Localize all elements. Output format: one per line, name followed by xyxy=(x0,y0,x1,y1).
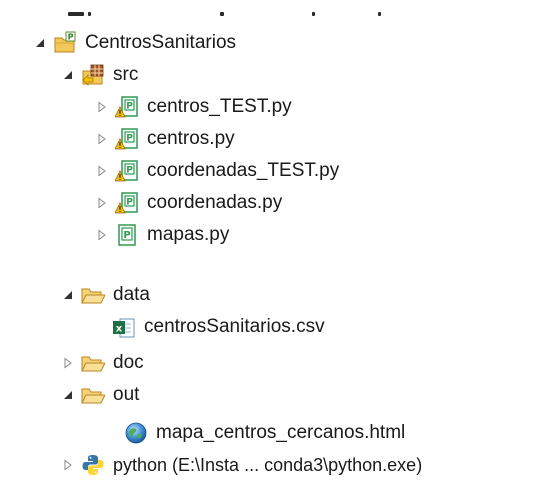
tree-item-file[interactable]: mapa_centros_cercanos.html xyxy=(124,416,405,450)
file-label: mapa_centros_cercanos.html xyxy=(156,422,406,443)
tree-item-file[interactable]: P mapas.py xyxy=(96,218,229,252)
folder-icon xyxy=(81,288,105,304)
expanded-arrow-icon[interactable] xyxy=(62,389,74,401)
tree-item-file[interactable]: P centros_TEST.py xyxy=(96,90,292,124)
svg-text:P: P xyxy=(68,33,74,42)
python-project-folder-icon: P xyxy=(54,31,76,53)
excel-csv-file-icon: x xyxy=(113,318,135,338)
tree-item-interpreter[interactable]: python (E:\Insta ... conda3\python.exe) xyxy=(62,448,422,482)
tree-item-file[interactable]: x centrosSanitarios.csv xyxy=(112,310,325,344)
file-label: centros.py xyxy=(147,128,235,149)
collapsed-arrow-icon[interactable] xyxy=(96,197,108,209)
tree-item-doc-folder[interactable]: doc xyxy=(62,346,144,380)
collapsed-arrow-icon[interactable] xyxy=(96,133,108,145)
svg-text:x: x xyxy=(116,324,123,335)
folder-icon xyxy=(81,356,105,372)
file-label: coordenadas.py xyxy=(147,192,283,213)
tree-item-file[interactable]: P coordenadas.py xyxy=(96,186,282,220)
collapsed-arrow-icon[interactable] xyxy=(62,357,74,369)
python-file-warning-icon: P xyxy=(115,192,138,214)
tree-item-src[interactable]: src xyxy=(62,58,138,92)
data-folder-label: data xyxy=(113,284,150,305)
svg-text:P: P xyxy=(123,230,130,241)
collapsed-arrow-icon[interactable] xyxy=(96,229,108,241)
expanded-arrow-icon[interactable] xyxy=(62,69,74,81)
python-interpreter-icon xyxy=(82,455,104,475)
folder-icon xyxy=(81,388,105,404)
file-label: centros_TEST.py xyxy=(147,96,292,117)
file-label: coordenadas_TEST.py xyxy=(147,160,340,181)
doc-folder-label: doc xyxy=(113,352,144,373)
python-file-warning-icon: P xyxy=(115,128,138,150)
python-file-warning-icon: P xyxy=(115,96,138,118)
file-label: centrosSanitarios.csv xyxy=(144,316,325,337)
tree-item-file[interactable]: P coordenadas_TEST.py xyxy=(96,154,339,188)
out-folder-label: out xyxy=(113,384,140,405)
tree-item-out-folder[interactable]: out xyxy=(62,378,139,412)
svg-text:P: P xyxy=(126,134,133,144)
cropped-row-fragment xyxy=(60,0,400,18)
svg-text:P: P xyxy=(126,166,133,176)
python-file-icon: P xyxy=(118,224,136,246)
tree-item-data-folder[interactable]: data xyxy=(62,278,150,312)
project-label: CentrosSanitarios xyxy=(85,32,237,53)
collapsed-arrow-icon[interactable] xyxy=(96,101,108,113)
tree-item-project[interactable]: P CentrosSanitarios xyxy=(34,26,236,60)
expanded-arrow-icon[interactable] xyxy=(62,289,74,301)
interpreter-label: python (E:\Insta ... conda3\python.exe) xyxy=(113,454,423,475)
src-label: src xyxy=(113,64,139,85)
expanded-arrow-icon[interactable] xyxy=(34,37,46,49)
collapsed-arrow-icon[interactable] xyxy=(96,165,108,177)
tree-item-file[interactable]: P centros.py xyxy=(96,122,235,156)
globe-html-file-icon xyxy=(125,422,147,444)
file-label: mapas.py xyxy=(147,224,230,245)
source-folder-icon xyxy=(82,64,104,86)
svg-text:P: P xyxy=(126,102,133,112)
collapsed-arrow-icon[interactable] xyxy=(62,459,74,471)
svg-text:P: P xyxy=(126,198,133,208)
project-explorer-tree: P CentrosSanitarios src P centros_TEST.p xyxy=(0,0,547,486)
python-file-warning-icon: P xyxy=(115,160,138,182)
